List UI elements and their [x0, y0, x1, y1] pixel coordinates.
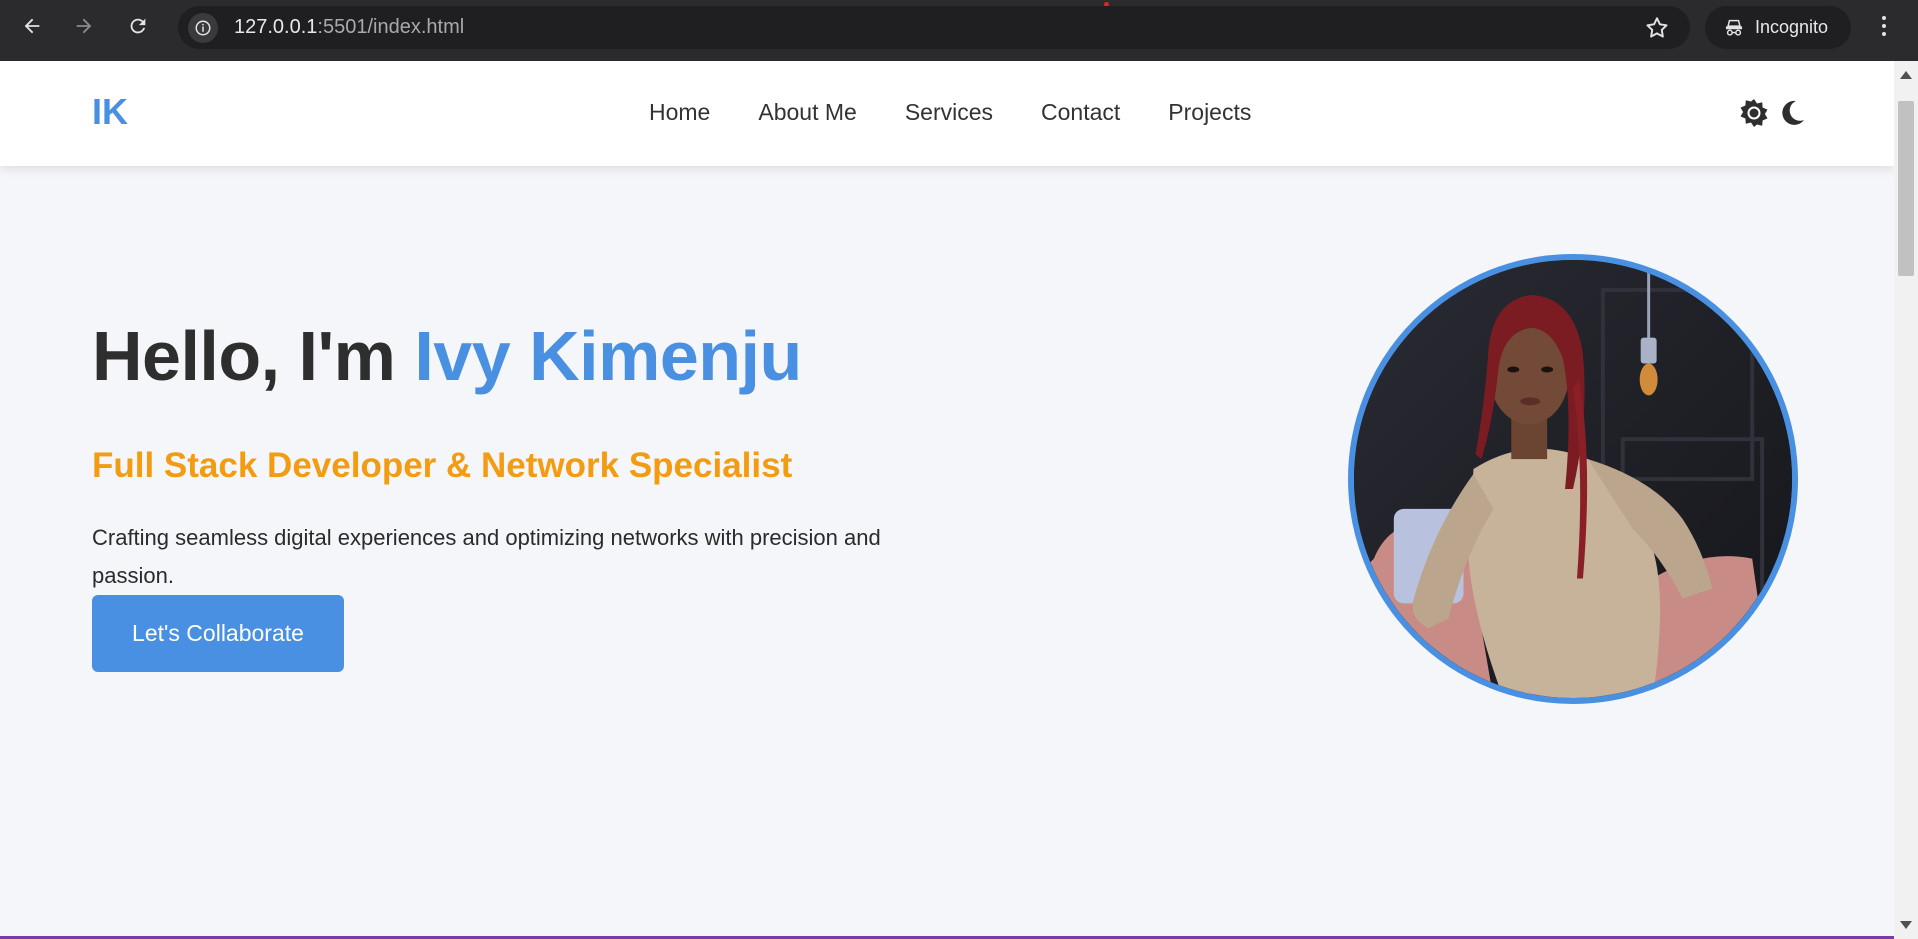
url-path: :5501/index.html: [317, 16, 465, 38]
url-text: 127.0.0.1:5501/index.html: [234, 16, 464, 39]
page-viewport: IK Home About Me Services Contact Projec…: [0, 61, 1894, 939]
theme-toggles: [1738, 97, 1808, 129]
scrollbar-thumb[interactable]: [1898, 101, 1914, 276]
forward-arrow-icon: [76, 18, 92, 34]
moon-icon[interactable]: [1776, 97, 1808, 129]
nav-item-services[interactable]: Services: [905, 99, 993, 126]
incognito-indicator[interactable]: Incognito: [1705, 6, 1851, 49]
scroll-down-arrow-icon[interactable]: [1900, 921, 1912, 929]
hero-greeting: Hello, I'm: [92, 317, 415, 395]
site-header: IK Home About Me Services Contact Projec…: [0, 61, 1894, 166]
nav-item-about-me[interactable]: About Me: [758, 99, 856, 126]
main-menu: Home About Me Services Contact Projects: [649, 99, 1251, 126]
kebab-menu-icon[interactable]: [1874, 12, 1894, 40]
scroll-up-arrow-icon[interactable]: [1900, 71, 1912, 79]
sun-icon[interactable]: [1738, 97, 1770, 129]
nav-item-projects[interactable]: Projects: [1168, 99, 1251, 126]
incognito-icon: [1725, 19, 1743, 36]
hero-description: Crafting seamless digital experiences an…: [92, 525, 881, 588]
nav-item-contact[interactable]: Contact: [1041, 99, 1120, 126]
url-host: 127.0.0.1: [234, 16, 318, 38]
browser-toolbar: 127.0.0.1:5501/index.html Incognito: [0, 0, 1918, 61]
incognito-label: Incognito: [1755, 17, 1829, 37]
page-scrollbar[interactable]: [1894, 61, 1918, 939]
hero-name: Ivy Kimenju: [414, 317, 802, 395]
back-arrow-icon: [24, 18, 40, 34]
hero-subtitle: Full Stack Developer & Network Specialis…: [92, 446, 793, 485]
collaborate-button[interactable]: Let's Collaborate: [92, 595, 344, 672]
forward-button[interactable]: [70, 12, 98, 40]
site-info-icon: [195, 20, 211, 35]
back-button[interactable]: [18, 12, 46, 40]
profile-photo-illustration: [1354, 260, 1792, 698]
address-bar[interactable]: 127.0.0.1:5501/index.html: [178, 6, 1690, 49]
site-info-button[interactable]: [188, 12, 218, 43]
hero-title: Hello, I'm Ivy Kimenju: [92, 316, 802, 396]
nav-item-home[interactable]: Home: [649, 99, 710, 126]
site-logo[interactable]: IK: [92, 91, 128, 133]
profile-photo: [1348, 254, 1798, 704]
reload-icon: [130, 18, 146, 34]
star-icon[interactable]: [1644, 15, 1670, 41]
reload-button[interactable]: [124, 12, 152, 40]
